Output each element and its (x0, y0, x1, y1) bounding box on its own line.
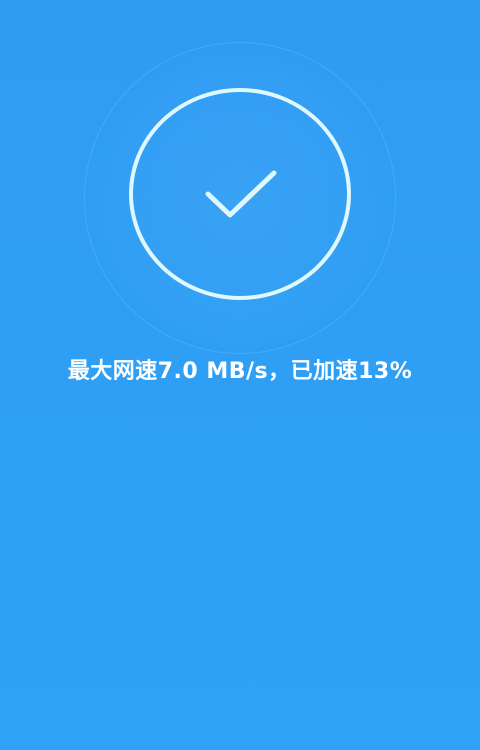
speed-status-text: 最大网速7.0 MB/s，已加速13% (67, 359, 413, 384)
speed-test-result-screen: 最大网速7.0 MB/s，已加速13% (0, 0, 480, 750)
check-icon (205, 170, 277, 218)
